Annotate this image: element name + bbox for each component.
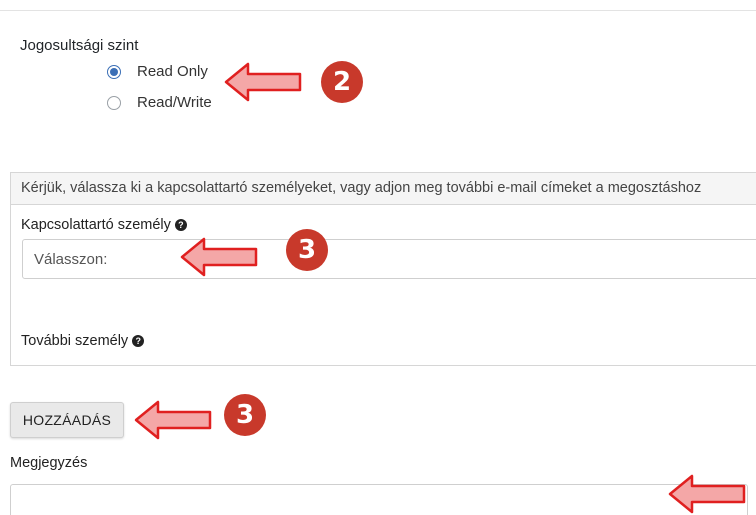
question-circle-icon[interactable]: ?: [132, 335, 145, 347]
add-button[interactable]: HOZZÁADÁS: [10, 402, 124, 438]
contacts-instructions: Kérjük, válassza ki a kapcsolattartó sze…: [21, 180, 702, 196]
top-divider: [0, 10, 756, 11]
left-arrow-icon: [224, 62, 302, 102]
left-arrow-icon: [668, 474, 746, 514]
left-arrow-icon: [180, 237, 258, 277]
annotation-badge: 2: [321, 61, 363, 103]
contact-person-placeholder: Válasszon:: [34, 251, 108, 268]
permission-level-label: Jogosultsági szint: [20, 37, 139, 54]
contact-person-select[interactable]: Válasszon:: [22, 239, 756, 279]
contact-person-label: Kapcsolattartó személy ?: [21, 217, 187, 233]
left-arrow-icon: [134, 400, 212, 440]
notes-textarea[interactable]: [10, 484, 748, 515]
radio-read-only-button[interactable]: [107, 64, 121, 79]
annotation-badge: 3: [286, 229, 328, 271]
radio-read-only[interactable]: Read Only: [107, 63, 208, 80]
radio-read-write-label: Read/Write: [137, 94, 212, 111]
radio-read-write[interactable]: Read/Write: [107, 94, 212, 111]
question-circle-icon[interactable]: ?: [174, 219, 187, 231]
extra-person-label: További személy ?: [21, 333, 145, 349]
contacts-panel: Kérjük, válassza ki a kapcsolattartó sze…: [10, 172, 756, 366]
share-settings-page: Jogosultsági szint Read Only Read/Write …: [0, 0, 756, 515]
contacts-panel-header: Kérjük, válassza ki a kapcsolattartó sze…: [11, 173, 756, 205]
radio-read-only-label: Read Only: [137, 63, 208, 80]
extra-person-label-text: További személy: [21, 333, 129, 349]
notes-label: Megjegyzés: [10, 455, 88, 471]
contact-person-label-text: Kapcsolattartó személy: [21, 217, 171, 233]
radio-read-write-button[interactable]: [107, 95, 121, 110]
annotation-badge: 3: [224, 394, 266, 436]
